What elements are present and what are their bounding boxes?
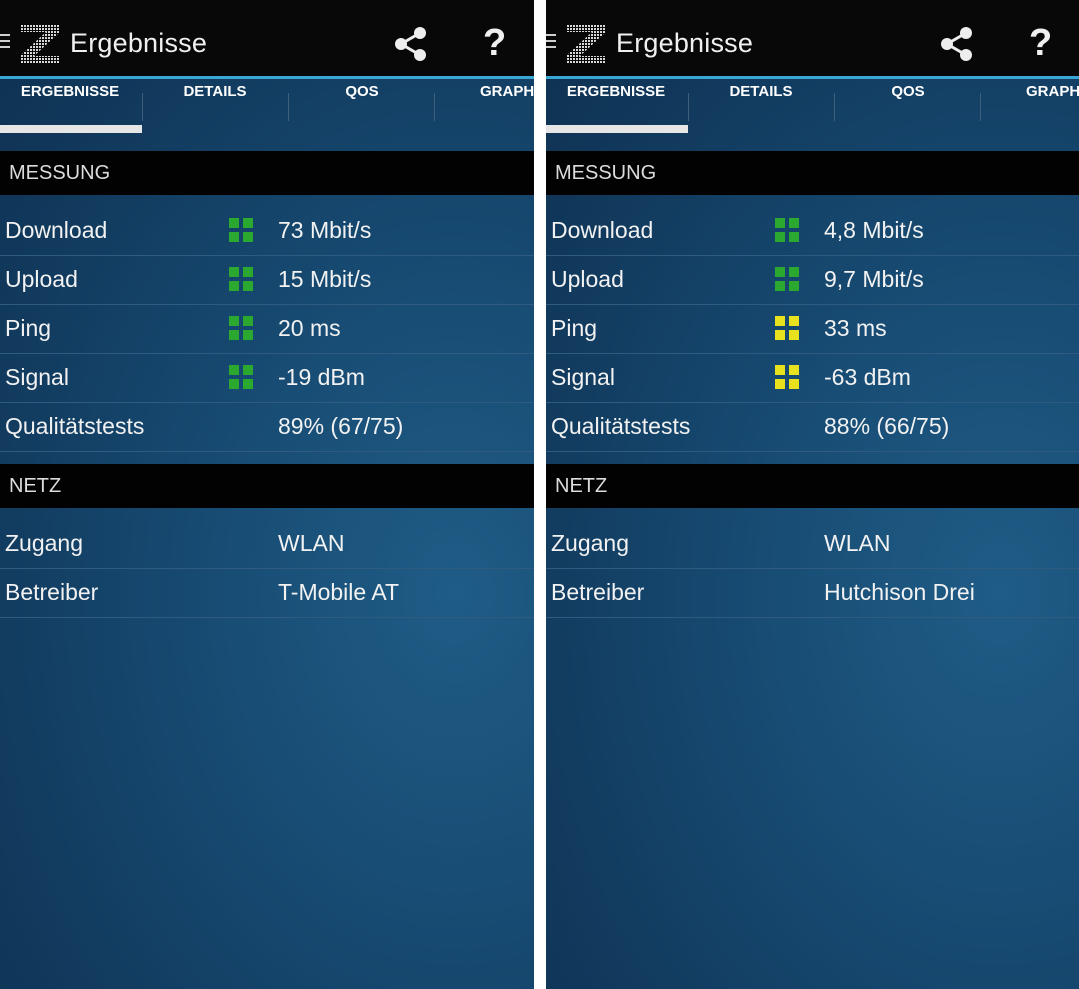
screen-title: Ergebnisse [70,28,208,58]
section-header-netz: NETZ [0,464,534,508]
tab-qos[interactable]: QOS [290,79,434,134]
row-value: 89% (67/75) [278,413,404,439]
result-row-ping[interactable]: Ping 33 ms [546,304,1079,354]
row-label: Qualitätstests [551,413,691,439]
row-value: WLAN [824,530,891,556]
result-row-download[interactable]: Download 4,8 Mbit/s [546,206,1079,256]
app-bar: Ergebnisse ? [0,0,534,79]
tab-divider [688,93,689,121]
tab-divider [142,93,143,121]
quality-indicator-icon [229,316,253,340]
quality-indicator-icon [775,218,799,242]
share-icon[interactable] [393,26,429,62]
row-value: 33 ms [824,315,887,341]
tab-divider [980,93,981,121]
tab-details[interactable]: DETAILS [690,79,832,134]
row-value: WLAN [278,530,345,556]
help-icon[interactable]: ? [1029,22,1052,65]
tab-divider [288,93,289,121]
help-icon[interactable]: ? [483,22,506,65]
row-label: Qualitätstests [5,413,145,439]
result-row-ping[interactable]: Ping 20 ms [0,304,534,354]
row-value: Hutchison Drei [824,579,975,605]
row-label: Ping [551,315,598,341]
row-label: Upload [551,266,624,292]
tab-details[interactable]: DETAILS [144,79,286,134]
section-header-netz: NETZ [546,464,1079,508]
row-value: 9,7 Mbit/s [824,266,924,292]
row-value: 88% (66/75) [824,413,950,439]
active-tab-indicator [546,125,688,133]
result-row-qualitaetstests[interactable]: Qualitätstests 89% (67/75) [0,402,534,452]
row-value: 20 ms [278,315,341,341]
result-row-betreiber[interactable]: Betreiber Hutchison Drei [546,568,1079,618]
row-value: 73 Mbit/s [278,217,372,243]
screen-title: Ergebnisse [616,28,754,58]
row-label: Signal [551,364,615,390]
quality-indicator-icon [775,316,799,340]
result-row-signal[interactable]: Signal -19 dBm [0,353,534,403]
menu-icon[interactable] [0,34,10,50]
result-row-zugang[interactable]: Zugang WLAN [0,519,534,569]
app-logo-icon[interactable] [18,22,62,66]
tab-qos[interactable]: QOS [836,79,980,134]
row-label: Signal [5,364,69,390]
result-row-betreiber[interactable]: Betreiber T-Mobile AT [0,568,534,618]
row-label: Betreiber [5,579,99,605]
app-logo-icon[interactable] [564,22,608,66]
row-label: Upload [5,266,78,292]
result-row-qualitaetstests[interactable]: Qualitätstests 88% (66/75) [546,402,1079,452]
quality-indicator-icon [229,267,253,291]
menu-icon[interactable] [546,34,556,50]
app-bar: Ergebnisse ? [546,0,1079,79]
section-header-messung: MESSUNG [0,151,534,195]
row-label: Ping [5,315,52,341]
quality-indicator-icon [229,365,253,389]
row-label: Download [5,217,108,243]
screen-panel-right: Ergebnisse ? ERGEBNISSE DETAILS QOS GRAP… [546,0,1079,989]
row-value: 4,8 Mbit/s [824,217,924,243]
share-icon[interactable] [939,26,975,62]
quality-indicator-icon [229,218,253,242]
row-label: Zugang [551,530,630,556]
row-value: -19 dBm [278,364,365,390]
row-value: T-Mobile AT [278,579,399,605]
screen-panel-left: Ergebnisse ? ERGEBNISSE DETAILS QOS GRAP… [0,0,534,989]
result-row-zugang[interactable]: Zugang WLAN [546,519,1079,569]
quality-indicator-icon [775,365,799,389]
result-row-signal[interactable]: Signal -63 dBm [546,353,1079,403]
row-value: -63 dBm [824,364,911,390]
row-label: Betreiber [551,579,645,605]
tab-divider [434,93,435,121]
row-label: Zugang [5,530,84,556]
section-header-messung: MESSUNG [546,151,1079,195]
result-row-upload[interactable]: Upload 9,7 Mbit/s [546,255,1079,305]
tab-divider [834,93,835,121]
tab-graph[interactable]: GRAPH [986,79,1079,134]
active-tab-indicator [0,125,142,133]
result-row-upload[interactable]: Upload 15 Mbit/s [0,255,534,305]
result-row-download[interactable]: Download 73 Mbit/s [0,206,534,256]
row-value: 15 Mbit/s [278,266,372,292]
quality-indicator-icon [775,267,799,291]
row-label: Download [551,217,654,243]
tab-graph[interactable]: GRAPH [440,79,534,134]
